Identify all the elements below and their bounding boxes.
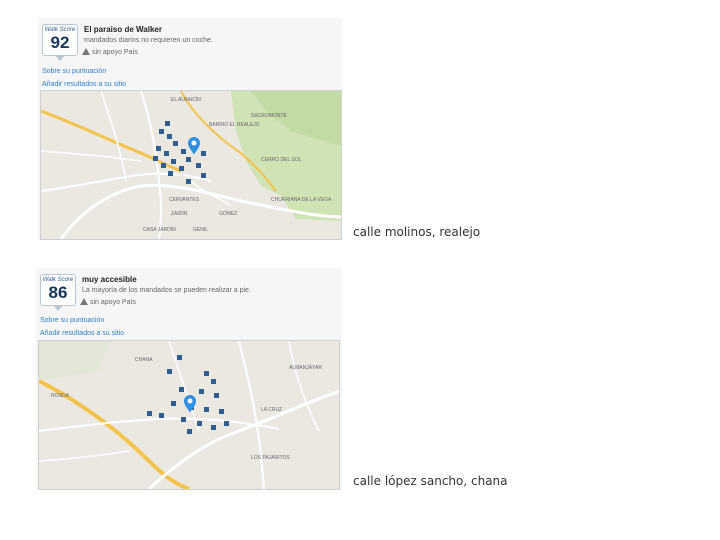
badge-tail (55, 55, 65, 61)
warning-icon (80, 298, 88, 305)
location-caption-1: calle molinos, realejo (353, 225, 481, 239)
map-label-9: CHURRIANA DE LA VEGA (271, 197, 332, 203)
map-graphic: CHANA LA CRUZ LOS PAJARITOS ALMANJÁYAR R… (39, 341, 339, 489)
warning-icon (82, 48, 90, 55)
add-results-link[interactable]: Añadir resultados a su sitio (42, 81, 126, 88)
about-score-link[interactable]: Sobre su puntuación (42, 68, 106, 75)
score-description: La mayoría de los mandados se pueden rea… (82, 287, 251, 294)
walkscore-widget-realejo: Walk Score 92 El paraiso de Walker manda… (38, 18, 342, 240)
map-graphic: EL ALBAICÍN SACROMONTE BARRIO EL REALEJO… (41, 91, 341, 239)
map-label-2: SACROMONTE (251, 113, 288, 119)
score-value: 92 (50, 33, 70, 52)
badge-tail (53, 305, 63, 311)
walk-score-badge[interactable]: Walk Score 86 (40, 274, 76, 311)
support-text: sin apoyo País (92, 49, 138, 56)
map-label-10: CERRO DEL SOL (261, 157, 302, 163)
walkscore-widget-chana: Walk Score 86 muy accesible La mayoría d… (36, 268, 342, 490)
map-label-5: ZAIDÍN (171, 210, 188, 217)
map-label-4: ALMANJÁYAR (289, 364, 322, 371)
map-label-1: CHANA (135, 357, 153, 363)
support-text: sin apoyo País (90, 299, 136, 306)
location-caption-2: calle lópez sancho, chana (353, 474, 508, 488)
map-label-6: GÓMEZ (219, 210, 237, 217)
map-label-2: LA CRUZ (261, 407, 282, 413)
map-label-3: BARRIO EL REALEJO (209, 122, 260, 128)
map-label-7: CASA JARDÍN (143, 226, 176, 233)
support-note: sin apoyo País (82, 48, 138, 56)
score-title: El paraiso de Walker (84, 25, 162, 34)
score-title: muy accesible (82, 275, 137, 284)
add-results-link[interactable]: Añadir resultados a su sitio (40, 330, 124, 337)
score-description: mandados diarios no requieren un coche. (84, 37, 213, 44)
support-note: sin apoyo País (80, 298, 136, 306)
map-label-4: CERVANTES (169, 197, 200, 203)
map[interactable]: CHANA LA CRUZ LOS PAJARITOS ALMANJÁYAR R… (38, 340, 340, 490)
map-label-3: LOS PAJARITOS (251, 455, 290, 461)
map-label-5: RONDA (51, 393, 70, 399)
about-score-link[interactable]: Sobre su puntuación (40, 317, 104, 324)
map-label-8: GENIL (193, 227, 208, 233)
map[interactable]: EL ALBAICÍN SACROMONTE BARRIO EL REALEJO… (40, 90, 342, 240)
map-label-1: EL ALBAICÍN (171, 96, 201, 103)
score-value: 86 (48, 283, 68, 302)
walk-score-badge[interactable]: Walk Score 92 (42, 24, 78, 61)
